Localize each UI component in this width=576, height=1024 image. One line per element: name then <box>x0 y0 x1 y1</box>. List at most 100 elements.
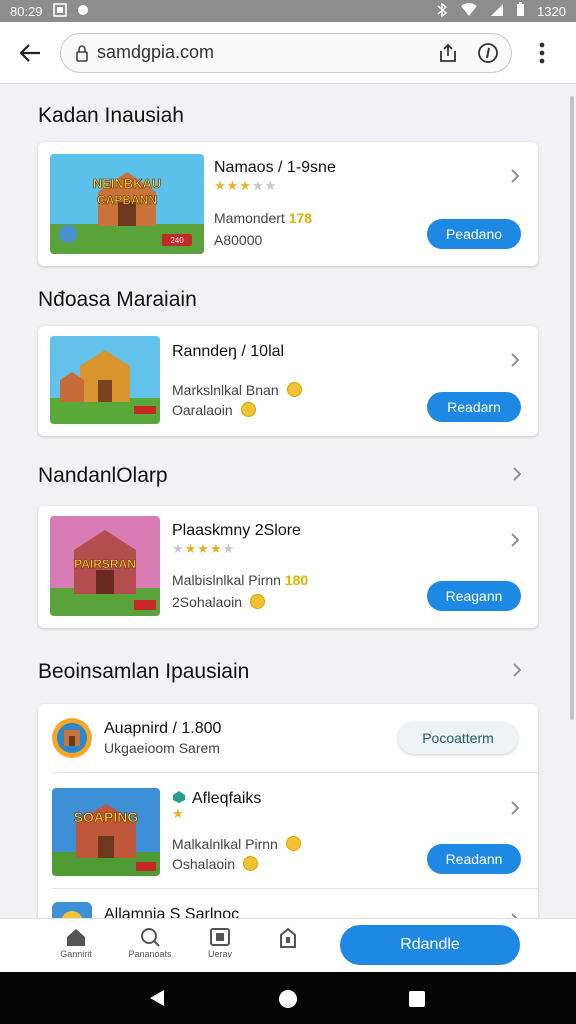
section-title: Beoinsamlan Ipausiain <box>38 660 250 683</box>
app-meta: Markslnlkal Bnan <box>172 382 302 398</box>
app-name: Auapnird / 1.800 <box>104 720 222 737</box>
search-icon <box>141 928 160 947</box>
nav-item-home[interactable]: Gannirit <box>46 927 106 959</box>
app-badge-icon <box>173 791 185 803</box>
chevron-right-icon[interactable] <box>512 466 522 482</box>
star-rating: ★ <box>172 806 185 821</box>
divider <box>52 888 538 889</box>
app-icon <box>52 718 92 758</box>
meta-label: Malbislnlkal Pirnn <box>172 572 281 588</box>
star-rating: ★★★★★ <box>172 541 236 556</box>
meta-sub-label: Oshalaoin <box>172 856 236 872</box>
game-thumbnail <box>50 336 160 424</box>
app-name: Afleqfaiks <box>192 790 262 807</box>
status-bar: 80:29 1320 <box>0 0 576 22</box>
lock-icon <box>76 44 88 62</box>
svg-text:SOAPING: SOAPING <box>74 809 139 825</box>
info-icon[interactable] <box>475 40 501 66</box>
nav-back-icon[interactable] <box>148 989 166 1007</box>
emoji-icon <box>240 402 256 417</box>
signal-icon <box>490 3 504 20</box>
meta-highlight: 180 <box>284 572 309 588</box>
home-icon <box>67 929 85 946</box>
nav-label: Gannirit <box>60 949 92 959</box>
svg-text:CAPBANN: CAPBANN <box>97 193 157 207</box>
nav-item-search[interactable]: Pananoats <box>120 927 180 959</box>
page-content[interactable]: Kadan Inausiah NEINBKAU CAPBANN 240 Nama… <box>0 84 576 918</box>
nav-recents-icon[interactable] <box>408 990 426 1008</box>
app-list-card[interactable]: Auapnird / 1.800 Ukgaeioom Sarem Pocoatt… <box>38 704 538 918</box>
app-sub-meta: 2Sohalaoin <box>172 594 266 610</box>
overflow-menu-button[interactable] <box>512 42 572 64</box>
section-title: NandanlOlarp <box>38 464 168 487</box>
bag-icon <box>280 927 296 948</box>
coin-icon <box>285 836 301 851</box>
meta-sub-label: 2Sohalaoin <box>172 594 243 610</box>
bottom-navigation: Gannirit Pananoats Uerav Rdandle <box>0 918 576 972</box>
status-battery-text: 1320 <box>537 3 566 19</box>
share-icon[interactable] <box>435 40 461 66</box>
svg-text:PAIRSRAN: PAIRSRAN <box>74 557 136 571</box>
meta-sub-label: Oaralaoin <box>172 402 233 418</box>
app-meta: Malkalnlkal Pirnn <box>172 836 301 852</box>
app-meta: Malbislnlkal Pirnn 180 <box>172 572 308 588</box>
svg-text:240: 240 <box>170 236 184 245</box>
app-name: Allamnia S Sarlnoc <box>104 906 240 918</box>
library-icon <box>210 928 230 946</box>
app-sub-meta: A80000 <box>214 232 263 248</box>
app-meta: Mamondert 178 <box>214 210 312 226</box>
nav-home-icon[interactable] <box>278 989 298 1009</box>
section-title: Kadan Inausiah <box>38 104 184 127</box>
more-vert-icon <box>539 42 545 63</box>
chevron-right-icon[interactable] <box>510 800 520 816</box>
game-thumbnail: NEINBKAU CAPBANN 240 <box>50 154 204 254</box>
emoji-icon <box>250 594 266 609</box>
back-arrow-icon <box>19 43 40 62</box>
app-card[interactable]: PAIRSRAN Plaaskmny 2Slore ★★★★★ Malbisln… <box>38 506 538 628</box>
nav-item-bag[interactable] <box>258 927 318 949</box>
nav-item-library[interactable]: Uerav <box>190 927 250 959</box>
meta-label: Markslnlkal Bnan <box>172 382 279 398</box>
primary-action-button[interactable]: Readarn <box>427 392 521 422</box>
browser-toolbar: samdgpia.com <box>0 22 576 84</box>
system-navigation-bar <box>0 972 576 1024</box>
chevron-right-icon[interactable] <box>512 662 522 678</box>
app-sub-meta: Oaralaoin <box>172 402 256 418</box>
svg-text:NEINBKAU: NEINBKAU <box>93 176 162 191</box>
status-time: 80:29 <box>10 3 43 19</box>
app-card[interactable]: Ranndeŋ / 10lal Markslnlkal Bnan Oaralao… <box>38 326 538 436</box>
gallery-icon <box>52 2 67 20</box>
coin-icon <box>286 382 302 397</box>
url-text: samdgpia.com <box>97 42 215 62</box>
meta-label: Malkalnlkal Pirnn <box>172 836 278 852</box>
app-sub-meta: Ukgaeioom Sarem <box>104 740 220 756</box>
app-sub-meta: Oshalaoin <box>172 856 259 872</box>
app-card[interactable]: NEINBKAU CAPBANN 240 Namaos / 1-9sne ★★★… <box>38 142 538 266</box>
app-name: Ranndeŋ / 10lal <box>172 343 285 360</box>
nav-label: Pananoats <box>128 949 172 959</box>
app-icon <box>52 902 92 918</box>
meta-label: Mamondert <box>214 210 285 226</box>
meta-highlight: 178 <box>288 210 313 226</box>
back-button[interactable] <box>0 22 60 83</box>
primary-action-button[interactable]: Readann <box>427 844 521 874</box>
star-rating: ★★★★★ <box>214 178 278 193</box>
app-name: Namaos / 1-9sne <box>214 159 336 176</box>
address-bar[interactable]: samdgpia.com <box>60 32 512 73</box>
divider <box>52 772 538 773</box>
chevron-right-icon[interactable] <box>510 352 520 368</box>
primary-cta-button[interactable]: Rdandle <box>340 925 520 965</box>
secondary-action-button[interactable]: Pocoatterm <box>398 722 518 754</box>
scrollbar[interactable] <box>570 96 574 720</box>
emoji-icon <box>243 856 259 871</box>
battery-icon <box>516 2 525 20</box>
chevron-right-icon[interactable] <box>510 168 520 184</box>
primary-action-button[interactable]: Peadano <box>427 219 521 249</box>
app-name: Plaaskmny 2Slore <box>172 522 301 539</box>
nav-label: Uerav <box>207 949 232 959</box>
chevron-right-icon[interactable] <box>510 532 520 548</box>
section-title: Nđoasa Maraiain <box>38 288 197 311</box>
game-thumbnail: PAIRSRAN <box>50 516 160 616</box>
wifi-icon <box>460 2 478 20</box>
primary-action-button[interactable]: Reagann <box>427 581 521 611</box>
